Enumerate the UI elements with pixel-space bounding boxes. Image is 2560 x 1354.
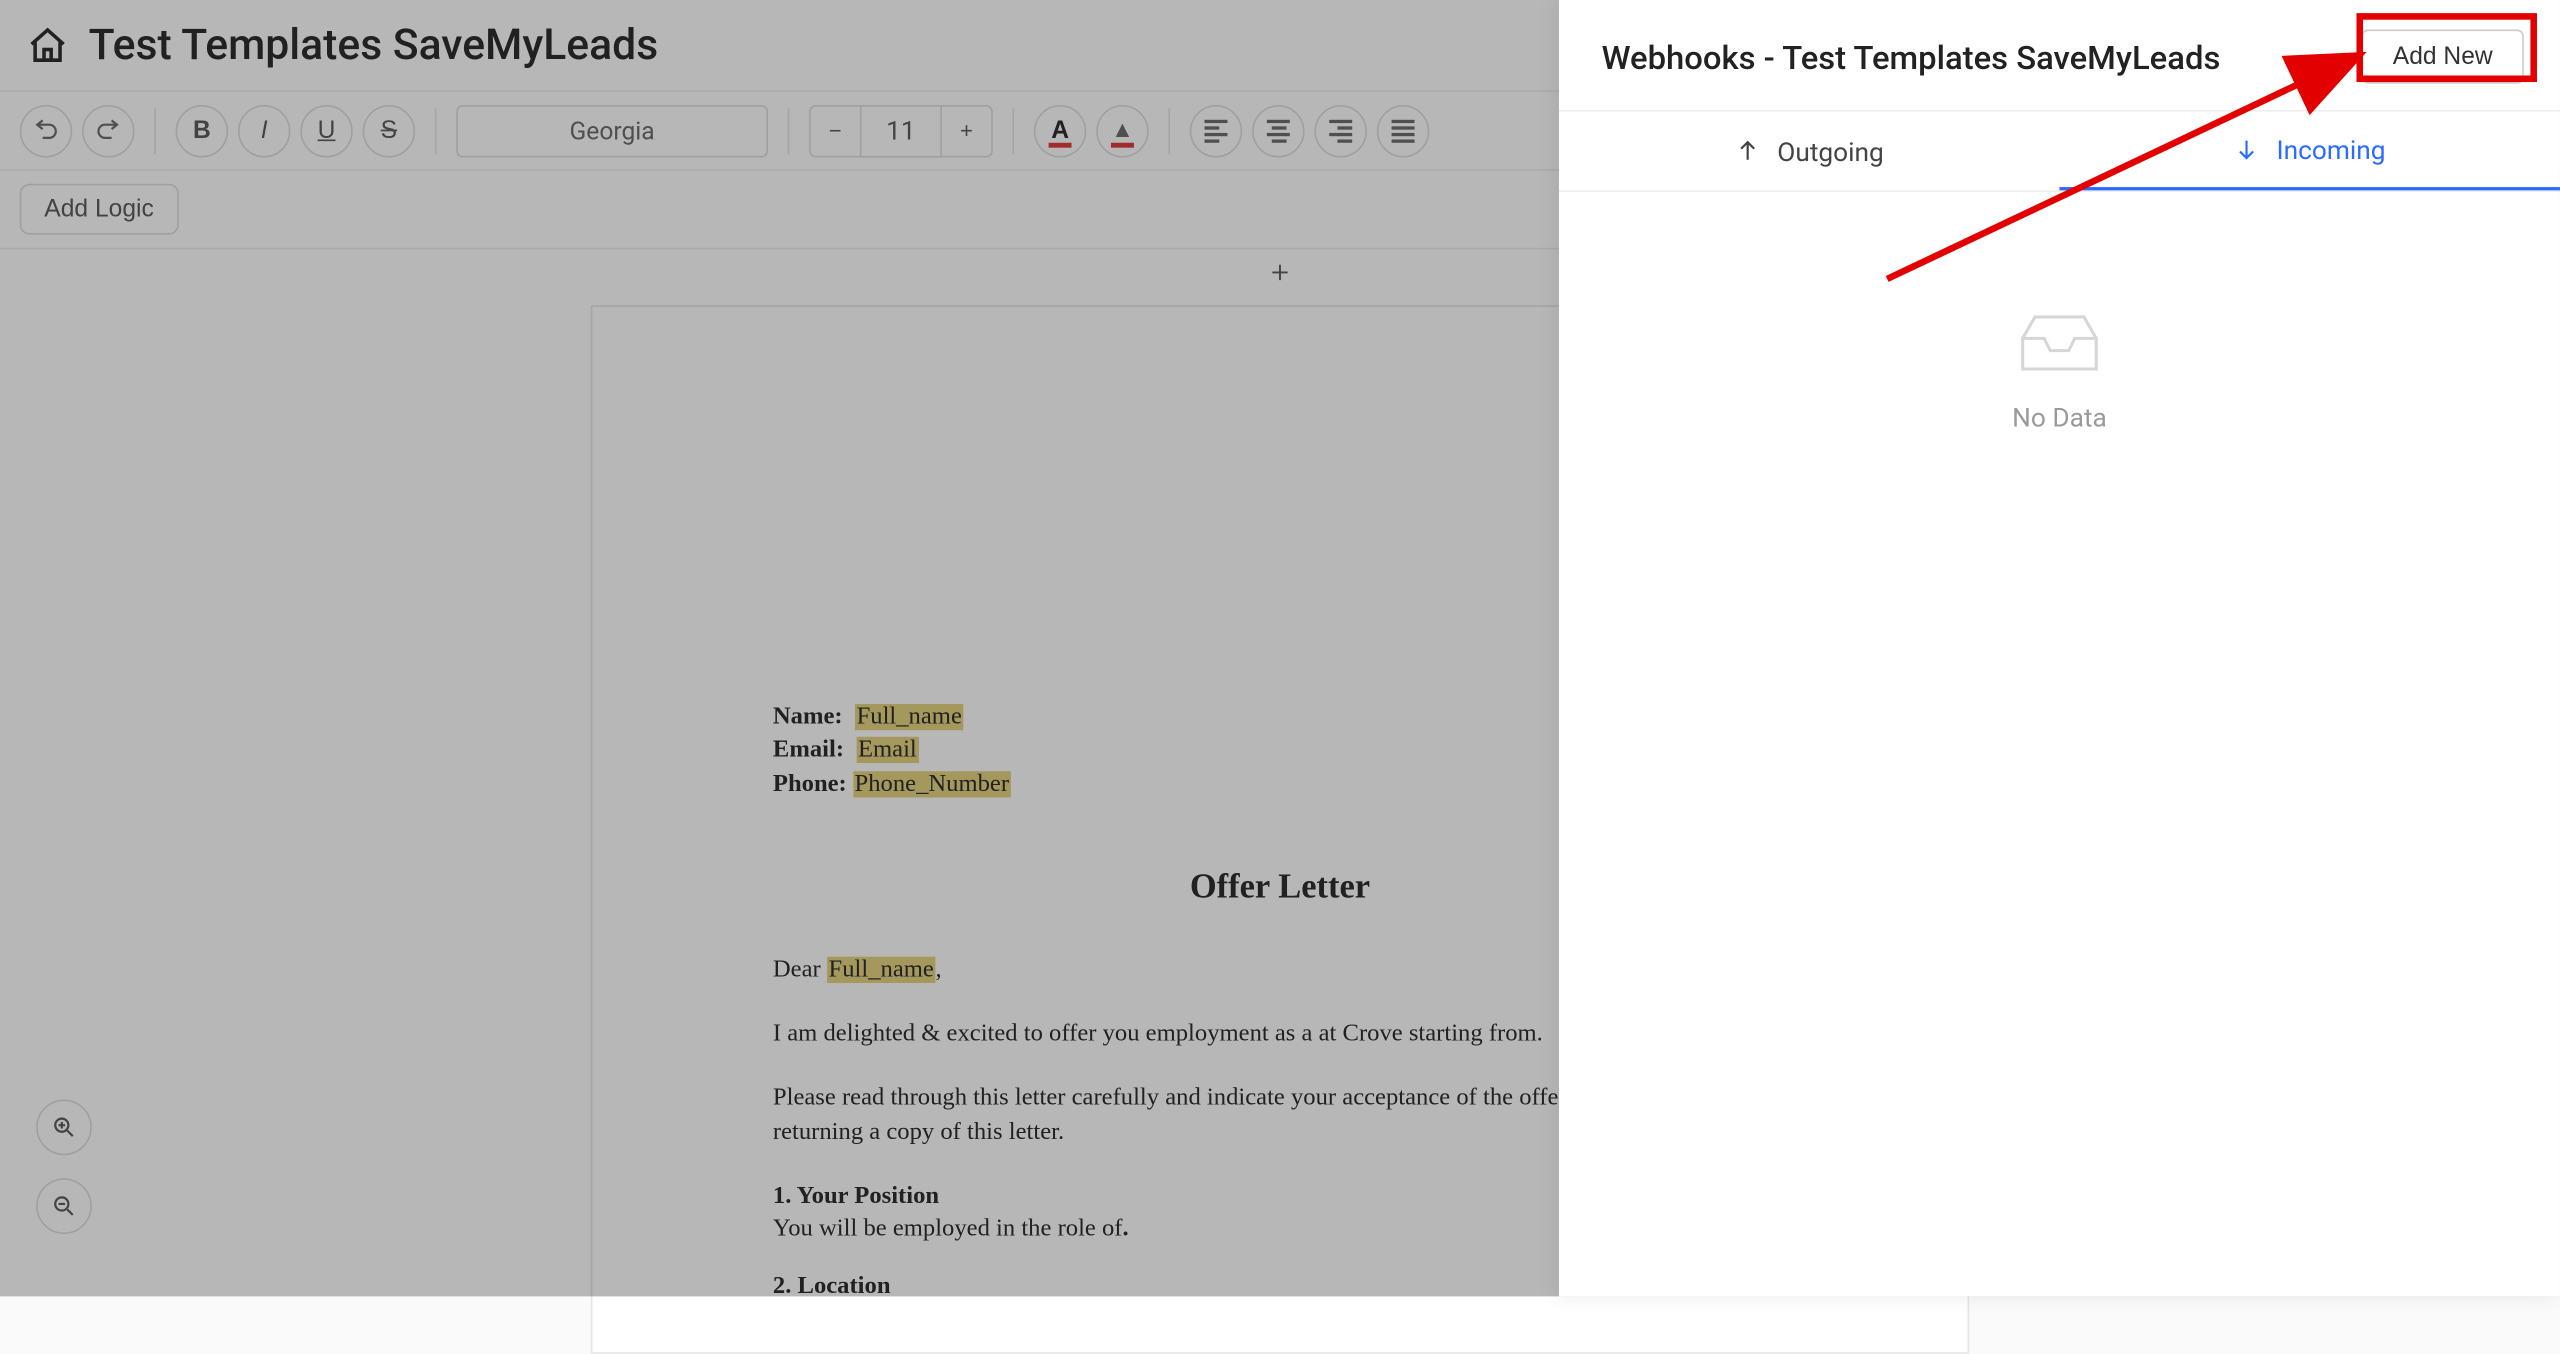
zoom-controls bbox=[36, 1099, 92, 1234]
arrow-down-icon bbox=[2234, 136, 2260, 162]
text-color-button[interactable]: A bbox=[1034, 104, 1087, 157]
greeting-suffix: , bbox=[935, 956, 941, 982]
field-phone-label: Phone: bbox=[773, 770, 847, 796]
align-left-button[interactable] bbox=[1190, 104, 1243, 157]
greeting-name-field[interactable]: Full_name bbox=[827, 956, 936, 982]
field-email-value[interactable]: Email bbox=[856, 737, 918, 763]
panel-tabs: Outgoing Incoming bbox=[1559, 110, 2560, 192]
tab-outgoing[interactable]: Outgoing bbox=[1559, 112, 2060, 191]
document-title[interactable]: Test Templates SaveMyLeads bbox=[89, 21, 659, 70]
zoom-out-button[interactable] bbox=[36, 1178, 92, 1234]
font-size-increase[interactable]: + bbox=[940, 104, 993, 157]
webhooks-panel: Webhooks - Test Templates SaveMyLeads Ad… bbox=[1559, 0, 2560, 1296]
zoom-in-button[interactable] bbox=[36, 1099, 92, 1155]
home-icon[interactable] bbox=[26, 24, 69, 67]
font-family-select[interactable]: Georgia bbox=[456, 104, 768, 157]
align-justify-button[interactable] bbox=[1377, 104, 1430, 157]
italic-button[interactable]: I bbox=[238, 104, 291, 157]
align-right-button[interactable] bbox=[1314, 104, 1367, 157]
redo-button[interactable] bbox=[82, 104, 135, 157]
tab-outgoing-label: Outgoing bbox=[1777, 135, 1883, 166]
add-logic-button[interactable]: Add Logic bbox=[20, 184, 179, 235]
empty-state: No Data bbox=[1559, 192, 2560, 1296]
panel-title: Webhooks - Test Templates SaveMyLeads bbox=[1602, 37, 2221, 76]
strikethrough-button[interactable]: S bbox=[363, 104, 416, 157]
field-name-value[interactable]: Full_name bbox=[855, 704, 964, 730]
tab-incoming-label: Incoming bbox=[2277, 134, 2386, 165]
field-name-label: Name: bbox=[773, 704, 843, 730]
panel-header: Webhooks - Test Templates SaveMyLeads Ad… bbox=[1559, 0, 2560, 110]
bold-button[interactable]: B bbox=[176, 104, 229, 157]
undo-button[interactable] bbox=[20, 104, 73, 157]
font-size-value[interactable]: 11 bbox=[862, 104, 941, 157]
field-email-label: Email: bbox=[773, 737, 844, 763]
arrow-up-icon bbox=[1735, 138, 1761, 164]
greeting-prefix: Dear bbox=[773, 956, 827, 982]
add-page-button[interactable] bbox=[1268, 258, 1291, 289]
field-phone-value[interactable]: Phone_Number bbox=[853, 770, 1011, 796]
inbox-icon bbox=[2014, 307, 2106, 379]
underline-button[interactable]: U bbox=[300, 104, 353, 157]
tab-incoming[interactable]: Incoming bbox=[2059, 112, 2560, 191]
add-new-button[interactable]: Add New bbox=[2362, 30, 2524, 84]
no-data-text: No Data bbox=[2012, 402, 2107, 433]
font-size-decrease[interactable]: − bbox=[809, 104, 862, 157]
align-center-button[interactable] bbox=[1252, 104, 1305, 157]
highlight-color-button[interactable] bbox=[1096, 104, 1149, 157]
